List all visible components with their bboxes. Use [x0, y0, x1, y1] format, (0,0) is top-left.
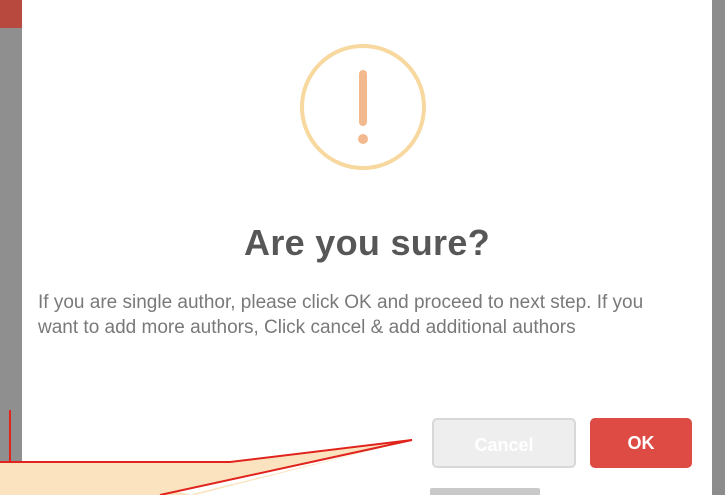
warning-exclamation-dot — [358, 134, 368, 144]
dialog-title: Are you sure? — [244, 222, 490, 263]
confirm-dialog: Are you sure? If you are single author, … — [22, 0, 712, 495]
background-text-fragment — [430, 488, 540, 495]
background-page-header-strip — [0, 0, 24, 28]
screen: Are you sure? If you are single author, … — [0, 0, 725, 495]
background-page-left — [0, 0, 24, 495]
dialog-message: If you are single author, please click O… — [38, 292, 644, 338]
background-page-right — [711, 0, 725, 495]
warning-exclamation-bar — [359, 70, 367, 126]
cancel-button[interactable]: Cancel — [432, 418, 576, 468]
ok-button[interactable]: OK — [590, 418, 692, 468]
warning-exclamation-icon — [300, 44, 426, 170]
